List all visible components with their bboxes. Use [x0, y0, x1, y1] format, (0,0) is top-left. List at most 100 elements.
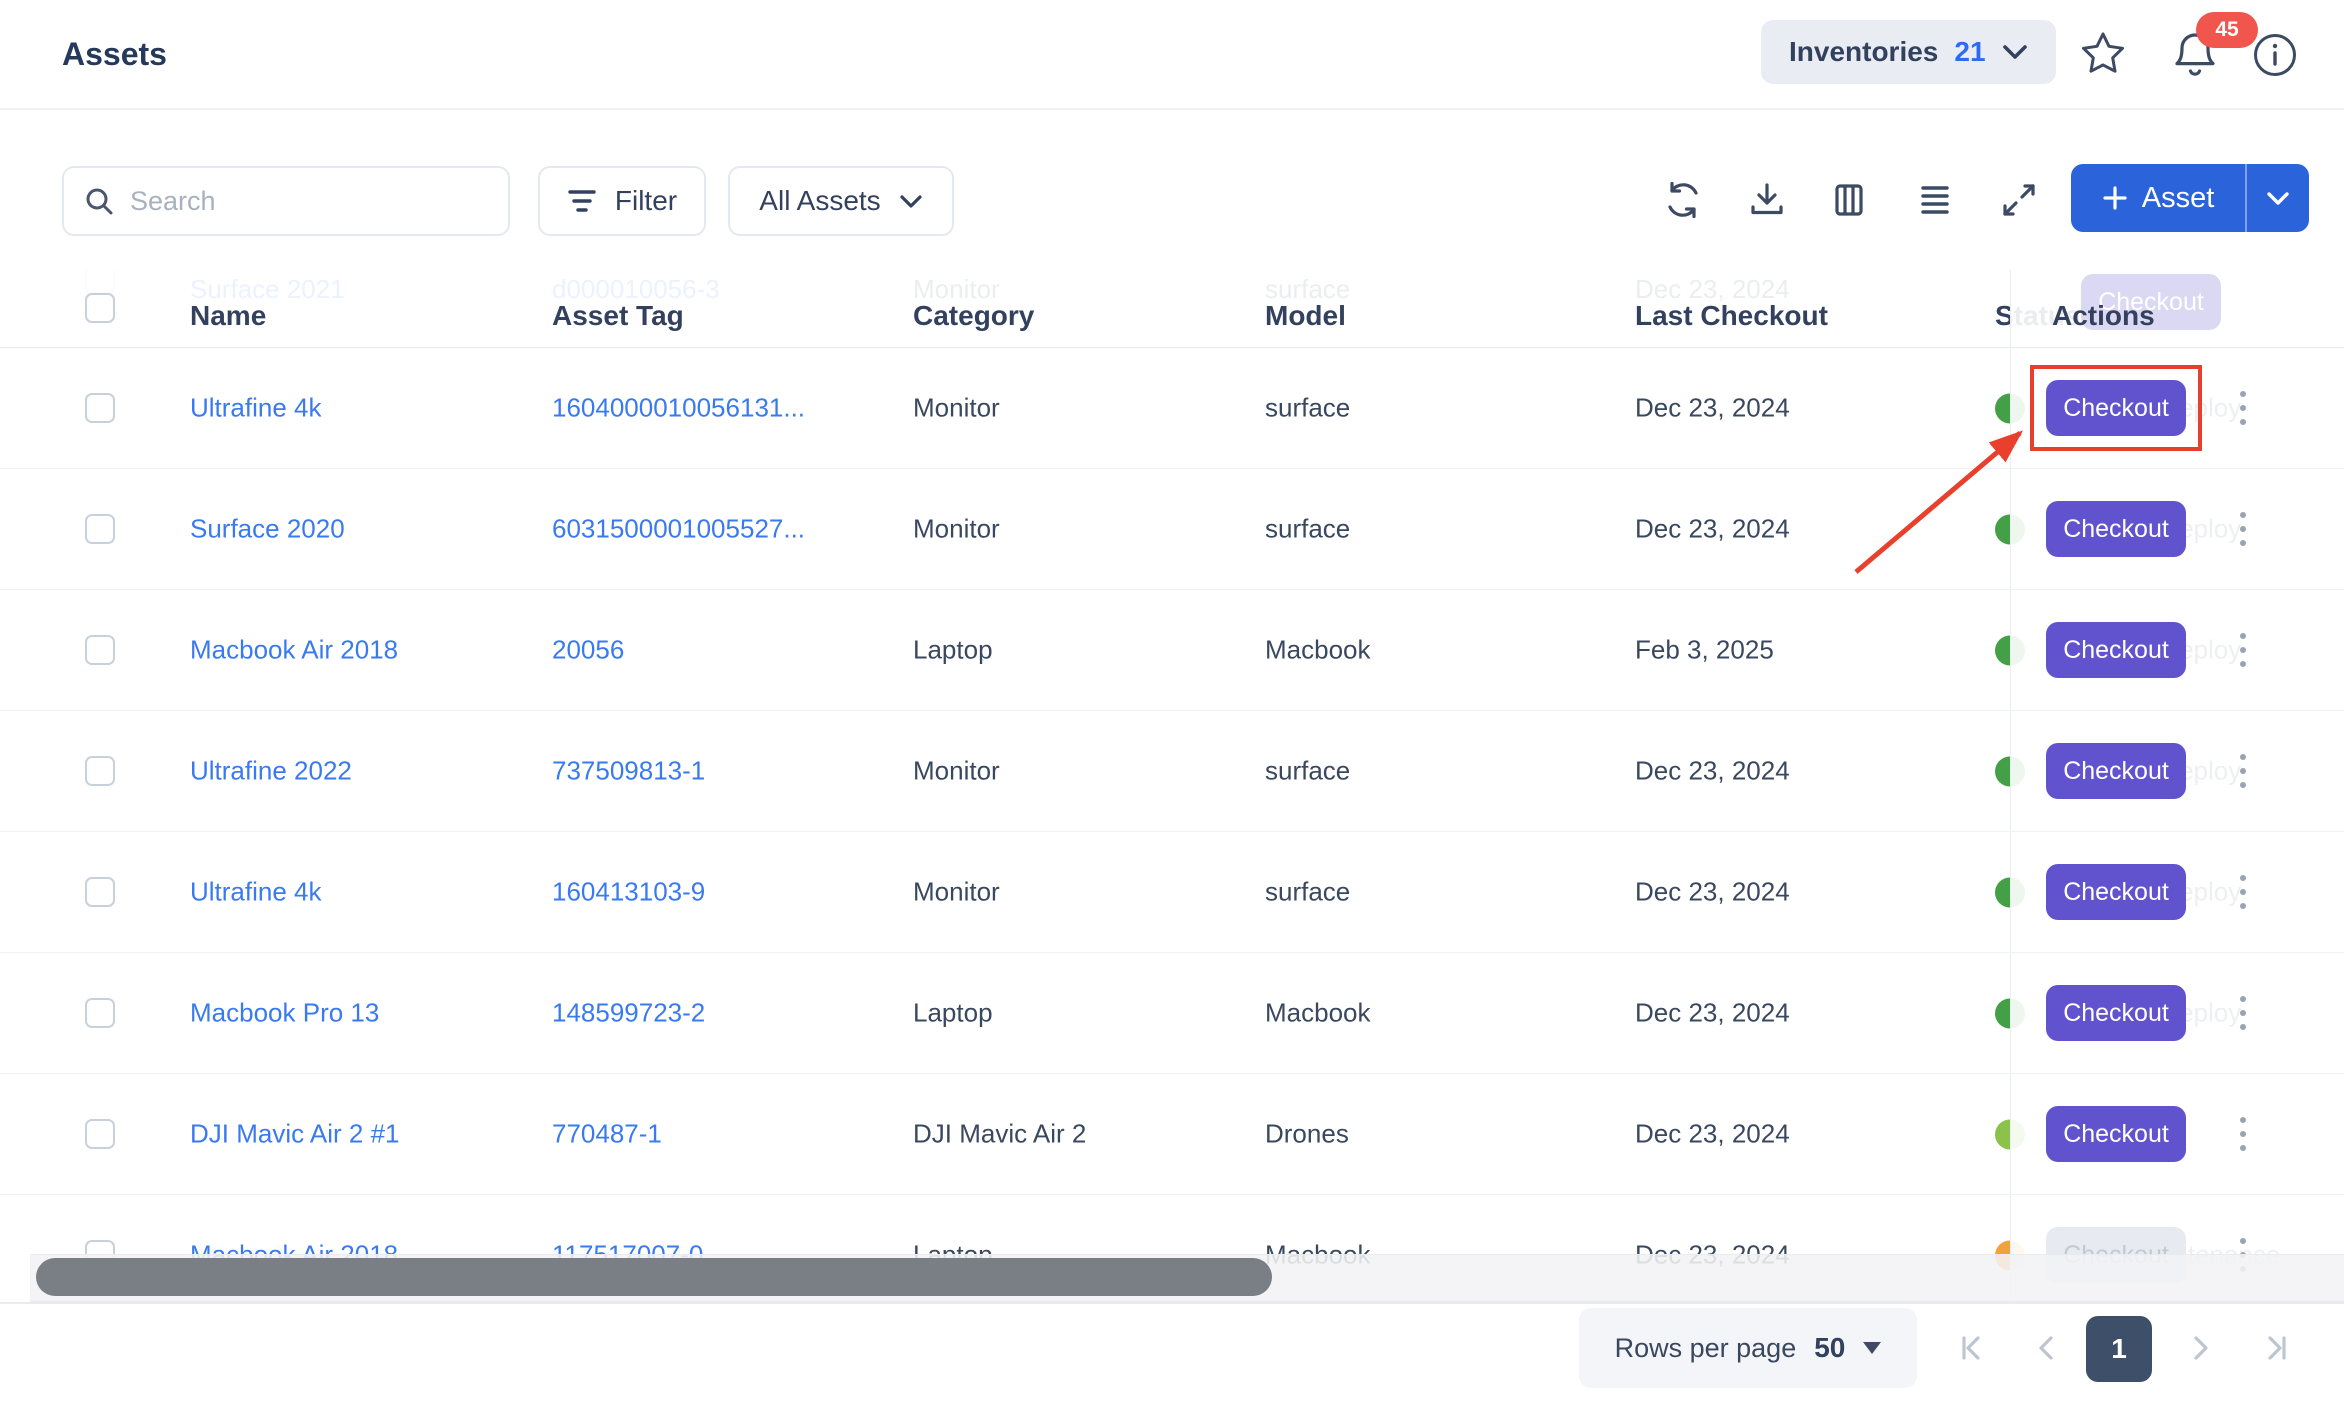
row-checkbox[interactable] — [85, 393, 115, 423]
actions-header-cell: Checkout Actions — [2010, 270, 2344, 347]
star-icon[interactable] — [2079, 30, 2127, 78]
table-row: DJI Mavic Air 2 #1 770487-1 DJI Mavic Ai… — [0, 1074, 2344, 1195]
search-icon — [84, 186, 114, 216]
search-input-wrap — [62, 166, 510, 236]
download-icon[interactable] — [1747, 180, 1787, 220]
category-cell: Laptop — [913, 635, 993, 666]
column-header-asset-tag: Asset Tag — [552, 300, 684, 332]
checkout-button[interactable]: Checkout — [2046, 380, 2186, 436]
asset-tag-link[interactable]: 160413103-9 — [552, 877, 705, 908]
search-input[interactable] — [128, 185, 488, 218]
inventories-dropdown[interactable]: Inventories 21 — [1761, 20, 2056, 84]
last-page-icon[interactable] — [2263, 1334, 2291, 1362]
model-cell: Macbook — [1265, 635, 1371, 666]
actions-cell: Checkout — [2010, 1074, 2344, 1194]
row-height-icon[interactable] — [1915, 180, 1955, 220]
table-header-row: Surface 2021 d000010056-3 Monitor surfac… — [0, 270, 2344, 348]
asset-tag-link[interactable]: 770487-1 — [552, 1119, 662, 1150]
previous-page-icon[interactable] — [2033, 1334, 2061, 1362]
row-menu-icon[interactable] — [2234, 1111, 2252, 1157]
column-header-last-checkout: Last Checkout — [1635, 300, 1828, 332]
column-header-name: Name — [190, 300, 266, 332]
row-menu-icon[interactable] — [2234, 385, 2252, 431]
asset-tag-link[interactable]: 20056 — [552, 635, 624, 666]
model-cell: surface — [1265, 877, 1350, 908]
row-menu-icon[interactable] — [2234, 506, 2252, 552]
row-checkbox[interactable] — [85, 635, 115, 665]
table-row: Ultrafine 2022 737509813-1 Monitor surfa… — [0, 711, 2344, 832]
filter-icon — [567, 188, 597, 214]
chevron-down-icon — [2002, 44, 2028, 60]
row-menu-icon[interactable] — [2234, 748, 2252, 794]
checkout-button[interactable]: Checkout — [2046, 501, 2186, 557]
row-checkbox[interactable] — [85, 756, 115, 786]
columns-icon[interactable] — [1829, 180, 1869, 220]
row-menu-icon[interactable] — [2234, 990, 2252, 1036]
table-row: Ultrafine 4k 1604000010056131... Monitor… — [0, 348, 2344, 469]
next-page-icon[interactable] — [2186, 1334, 2214, 1362]
asset-name-link[interactable]: Ultrafine 4k — [190, 393, 322, 424]
horizontal-scrollbar-thumb[interactable] — [36, 1258, 1272, 1296]
asset-tag-link[interactable]: 148599723-2 — [552, 998, 705, 1029]
checkout-button[interactable]: Checkout — [2046, 622, 2186, 678]
last-checkout-cell: Dec 23, 2024 — [1635, 514, 1790, 545]
filter-button[interactable]: Filter — [538, 166, 706, 236]
expand-icon[interactable] — [1999, 180, 2039, 220]
category-cell: Monitor — [913, 877, 1000, 908]
asset-name-link[interactable]: Macbook Air 2018 — [190, 635, 398, 666]
asset-view-dropdown[interactable]: All Assets — [728, 166, 954, 236]
asset-name-link[interactable]: Macbook Pro 13 — [190, 998, 379, 1029]
asset-tag-link[interactable]: 737509813-1 — [552, 756, 705, 787]
row-menu-icon[interactable] — [2234, 627, 2252, 673]
asset-name-link[interactable]: Surface 2020 — [190, 514, 345, 545]
row-checkbox[interactable] — [85, 1119, 115, 1149]
actions-cell: Checkout — [2010, 711, 2344, 831]
refresh-icon[interactable] — [1663, 180, 1703, 220]
add-asset-button[interactable]: Asset — [2071, 164, 2309, 232]
actions-cell: Checkout — [2010, 348, 2344, 468]
checkout-button[interactable]: Checkout — [2046, 743, 2186, 799]
column-header-actions: Actions — [2052, 300, 2155, 332]
category-cell: Monitor — [913, 514, 1000, 545]
asset-name-link[interactable]: Ultrafine 2022 — [190, 756, 352, 787]
actions-cell: Checkout — [2010, 832, 2344, 952]
checkout-button[interactable]: Checkout — [2046, 985, 2186, 1041]
asset-tag-link[interactable]: 1604000010056131... — [552, 393, 805, 424]
asset-name-link[interactable]: DJI Mavic Air 2 #1 — [190, 1119, 400, 1150]
last-checkout-cell: Dec 23, 2024 — [1635, 998, 1790, 1029]
plus-icon — [2102, 185, 2128, 211]
row-checkbox[interactable] — [85, 877, 115, 907]
model-cell: surface — [1265, 514, 1350, 545]
model-cell: surface — [1265, 756, 1350, 787]
first-page-icon[interactable] — [1957, 1334, 1985, 1362]
asset-view-value: All Assets — [759, 185, 880, 217]
category-cell: DJI Mavic Air 2 — [913, 1119, 1086, 1150]
asset-tag-link[interactable]: 6031500001005527... — [552, 514, 805, 545]
row-menu-icon[interactable] — [2234, 869, 2252, 915]
filter-label: Filter — [615, 185, 677, 217]
last-checkout-cell: Dec 23, 2024 — [1635, 877, 1790, 908]
table-row: Surface 2020 6031500001005527... Monitor… — [0, 469, 2344, 590]
row-checkbox[interactable] — [85, 514, 115, 544]
select-all-checkbox[interactable] — [85, 293, 115, 323]
page-title: Assets — [62, 36, 167, 73]
last-checkout-cell: Dec 23, 2024 — [1635, 1119, 1790, 1150]
inventories-label: Inventories — [1789, 36, 1938, 68]
row-checkbox[interactable] — [85, 998, 115, 1028]
table-body: Ultrafine 4k 1604000010056131... Monitor… — [0, 348, 2344, 1304]
caret-down-icon — [1863, 1342, 1881, 1354]
category-cell: Laptop — [913, 998, 993, 1029]
last-checkout-cell: Feb 3, 2025 — [1635, 635, 1774, 666]
current-page-button[interactable]: 1 — [2086, 1316, 2152, 1382]
last-checkout-cell: Dec 23, 2024 — [1635, 756, 1790, 787]
add-asset-menu-button[interactable] — [2247, 164, 2309, 232]
model-cell: Macbook — [1265, 998, 1371, 1029]
asset-name-link[interactable]: Ultrafine 4k — [190, 877, 322, 908]
header-backdrop — [0, 270, 2344, 347]
table-row: Macbook Air 2018 20056 Laptop Macbook Fe… — [0, 590, 2344, 711]
checkout-button[interactable]: Checkout — [2046, 1106, 2186, 1162]
info-icon[interactable] — [2252, 32, 2298, 78]
rows-per-page-dropdown[interactable]: Rows per page 50 — [1579, 1308, 1917, 1388]
page: Assets Inventories 21 45 Filter — [0, 0, 2344, 1410]
checkout-button[interactable]: Checkout — [2046, 864, 2186, 920]
